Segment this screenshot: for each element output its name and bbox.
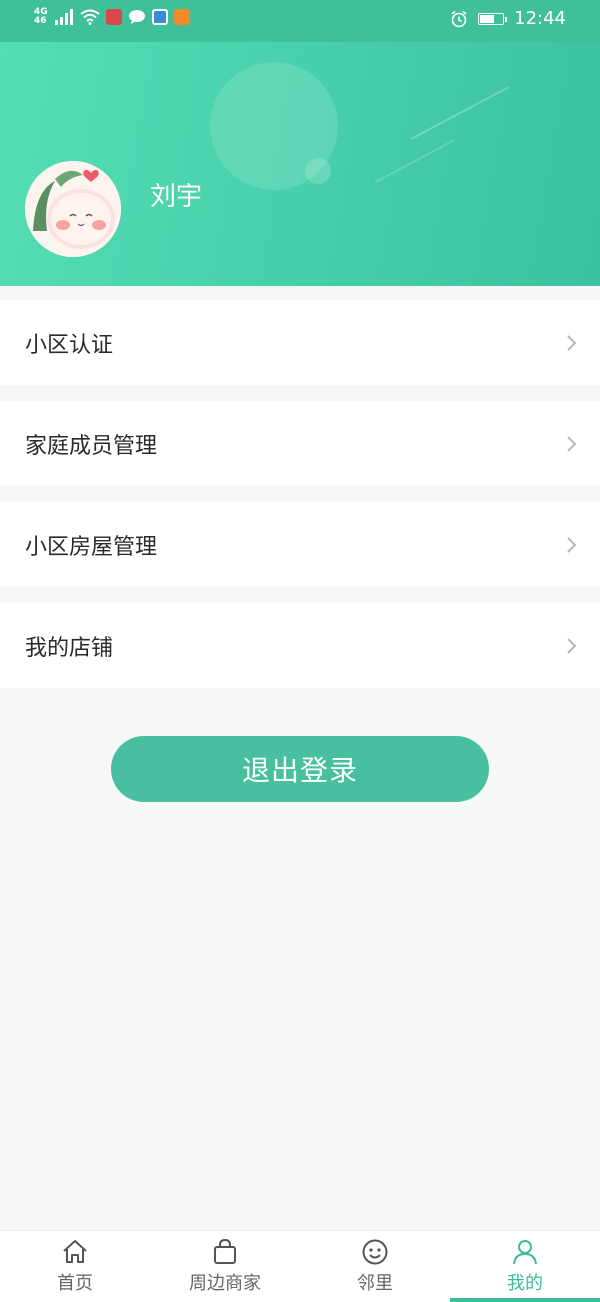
tab-label: 邻里 xyxy=(357,1273,393,1294)
battery-level xyxy=(480,14,494,23)
tab-label: 周边商家 xyxy=(189,1273,261,1294)
reader-app-icon xyxy=(105,9,122,25)
menu-item-community-verification[interactable]: 小区认证 xyxy=(0,300,600,385)
person-icon xyxy=(513,1240,537,1265)
profile-header: 刘宇 xyxy=(0,42,600,286)
alarm-icon xyxy=(451,10,467,27)
decor-line xyxy=(410,86,510,140)
active-tab-indicator xyxy=(450,1298,600,1302)
battery-icon xyxy=(478,12,508,25)
tab-home[interactable]: 首页 xyxy=(0,1231,150,1302)
menu-item-label: 家庭成员管理 xyxy=(25,433,158,459)
tab-mine[interactable]: 我的 xyxy=(450,1231,600,1302)
menu-item-my-shop[interactable]: 我的店铺 xyxy=(0,603,600,688)
tab-label: 首页 xyxy=(57,1273,93,1294)
tab-neighbors[interactable]: 邻里 xyxy=(300,1231,450,1302)
video-app-icon xyxy=(173,9,190,25)
network-indicator: 4G 46 xyxy=(34,8,48,26)
logout-button[interactable]: 退出登录 xyxy=(111,736,489,802)
decor-circle-small xyxy=(305,158,331,184)
menu-item-house-management[interactable]: 小区房屋管理 xyxy=(0,502,600,587)
signal-icon xyxy=(54,9,73,25)
browser-app-icon xyxy=(151,9,168,25)
status-bar: 4G 46 12:44 xyxy=(0,0,600,42)
network-sub: 46 xyxy=(34,16,47,26)
avatar[interactable] xyxy=(25,161,121,257)
chevron-right-icon xyxy=(567,334,577,351)
avatar-peach-illustration xyxy=(25,161,121,257)
decor-line xyxy=(374,138,456,184)
tab-nearby-merchants[interactable]: 周边商家 xyxy=(150,1231,300,1302)
bottom-tab-bar: 首页 周边商家 邻里 我的 xyxy=(0,1230,600,1302)
menu-item-label: 小区房屋管理 xyxy=(25,534,158,560)
tab-label: 我的 xyxy=(507,1273,543,1294)
user-name: 刘宇 xyxy=(150,182,203,212)
wifi-icon xyxy=(80,9,100,25)
status-left: 4G 46 xyxy=(34,8,190,26)
chat-app-icon xyxy=(128,10,145,24)
chevron-right-icon xyxy=(567,536,577,553)
shopping-bag-icon xyxy=(214,1238,236,1264)
menu-item-family-members[interactable]: 家庭成员管理 xyxy=(0,401,600,486)
menu-item-label: 我的店铺 xyxy=(25,635,114,661)
chevron-right-icon xyxy=(567,435,577,452)
clock: 12:44 xyxy=(514,8,566,29)
home-icon xyxy=(63,1240,87,1263)
chevron-right-icon xyxy=(567,637,577,654)
menu-list: 小区认证 家庭成员管理 小区房屋管理 我的店铺 xyxy=(0,300,600,704)
menu-item-label: 小区认证 xyxy=(25,332,114,358)
smiley-icon xyxy=(362,1239,388,1265)
status-right: 12:44 xyxy=(450,8,566,29)
